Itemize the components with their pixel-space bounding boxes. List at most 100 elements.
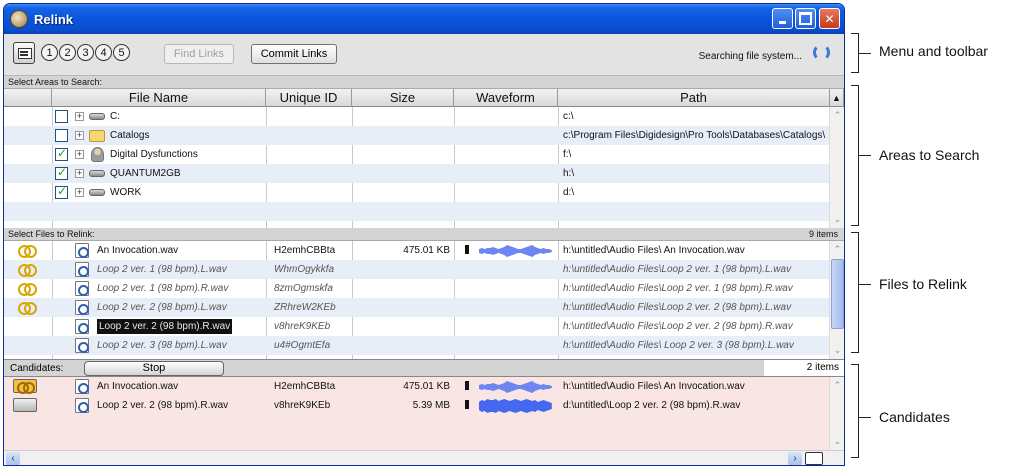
toolbar: 1 2 3 4 5 Find Links Commit Links Search… (4, 34, 844, 76)
file-row[interactable]: Loop 2 ver. 1 (98 bpm).L.wav WhmOgykkfa h:… (4, 260, 830, 279)
column-header: File Name Unique ID Size Waveform Path ▲ (4, 89, 844, 107)
waveform-thumbnail (457, 378, 557, 395)
file-path: h:\untitled\Audio Files\Loop 2 ver. 1 (9… (563, 264, 792, 275)
minimize-button[interactable] (772, 8, 793, 29)
area-row[interactable]: + QUANTUM2GB h:\ (4, 164, 830, 183)
candidate-unique-id: H2emhCBBta (274, 381, 336, 392)
column-file-name[interactable]: File Name (52, 89, 266, 107)
audio-file-icon (75, 281, 89, 296)
step-5: 5 (113, 44, 130, 61)
file-path: h:\untitled\Audio Files\ An Invocation.w… (563, 245, 745, 256)
step-2: 2 (59, 44, 76, 61)
areas-scrollbar[interactable]: ⌃ ⌄ (829, 107, 844, 228)
file-unique-id: v8hreK9KEb (274, 321, 331, 332)
areas-section-label: Select Areas to Search: (4, 76, 844, 89)
area-checkbox[interactable] (55, 146, 68, 161)
area-row[interactable]: + C: c:\ (4, 107, 830, 126)
column-select[interactable] (4, 89, 52, 107)
scroll-down-icon[interactable]: ⌄ (831, 213, 844, 226)
area-checkbox[interactable] (55, 184, 68, 199)
file-size (354, 260, 450, 279)
maximize-button[interactable] (795, 8, 816, 29)
unlinked-icon[interactable] (13, 398, 37, 412)
expand-icon[interactable]: + (75, 131, 84, 140)
step-3: 3 (77, 44, 94, 61)
area-checkbox[interactable] (55, 110, 68, 123)
scroll-up-icon[interactable]: ⌃ (831, 243, 844, 256)
horizontal-scrollbar[interactable]: ‹ › (4, 450, 844, 465)
file-size (354, 298, 450, 317)
audio-file-icon (75, 300, 89, 315)
scroll-thumb[interactable] (831, 259, 844, 329)
file-unique-id: H2emhCBBta (274, 245, 336, 256)
candidates-label: Candidates: (10, 363, 64, 374)
area-path: h:\ (563, 168, 575, 179)
expand-icon[interactable]: + (75, 188, 84, 197)
column-unique-id[interactable]: Unique ID (266, 89, 352, 107)
file-unique-id: u4#OgmtEfa (274, 340, 331, 351)
expand-icon[interactable]: + (75, 112, 84, 121)
candidate-row[interactable]: Loop 2 ver. 2 (98 bpm).R.wav v8hreK9KEb 5.… (4, 396, 830, 415)
area-path: c:\ (563, 111, 574, 122)
column-sort-icon[interactable]: ▲ (830, 89, 844, 107)
candidate-row[interactable]: An Invocation.wav H2emhCBBta 475.01 KB h:\u… (4, 377, 830, 396)
scroll-up-icon[interactable]: ⌃ (831, 109, 844, 122)
file-row[interactable]: Loop 2 ver. 3 (98 bpm).L.wav u4#OgmtEfa h:… (4, 336, 830, 355)
relink-window: Relink ✕ 1 2 3 4 5 Find Links Commit Lin… (3, 3, 845, 466)
waveform-thumbnail (457, 397, 557, 414)
area-row[interactable]: + WORK d:\ (4, 183, 830, 202)
scroll-right-icon[interactable]: › (788, 452, 802, 465)
files-scrollbar[interactable]: ⌃ ⌄ (829, 241, 844, 359)
candidates-table: An Invocation.wav H2emhCBBta 475.01 KB h:\u… (4, 377, 830, 450)
file-name: Loop 2 ver. 3 (98 bpm).L.wav (97, 340, 227, 351)
scroll-left-icon[interactable]: ‹ (6, 452, 20, 465)
file-row[interactable]: Loop 2 ver. 1 (98 bpm).R.wav 8zmOgmskfa h:… (4, 279, 830, 298)
audio-file-icon (75, 243, 89, 258)
column-path[interactable]: Path (558, 89, 830, 107)
step-indicator: 1 2 3 4 5 (41, 44, 130, 61)
file-name: Loop 2 ver. 1 (98 bpm).R.wav (97, 283, 229, 294)
speaker-icon (465, 400, 471, 409)
file-row[interactable]: An Invocation.wav H2emhCBBta 475.01 KB h:\u… (4, 241, 830, 260)
audio-file-icon (75, 338, 89, 353)
files-table: An Invocation.wav H2emhCBBta 475.01 KB h:\u… (4, 241, 830, 359)
file-name: An Invocation.wav (97, 245, 179, 256)
layout-toggle-icon[interactable] (805, 452, 823, 465)
file-row[interactable]: Loop 2 ver. 2 (98 bpm).L.wav ZRhreW2KEb h:… (4, 298, 830, 317)
candidate-name: Loop 2 ver. 2 (98 bpm).R.wav (97, 400, 229, 411)
expand-icon[interactable]: + (75, 169, 84, 178)
linked-icon[interactable] (13, 379, 37, 394)
candidate-unique-id: v8hreK9KEb (274, 400, 331, 411)
speaker-icon (465, 245, 471, 254)
empty-row (4, 202, 830, 221)
area-row[interactable]: + Digital Dysfunctions f:\ (4, 145, 830, 164)
refresh-icon (813, 44, 830, 61)
column-size[interactable]: Size (352, 89, 454, 107)
area-row[interactable]: + Catalogs c:\Program Files\Digidesign\Pro… (4, 126, 830, 145)
commit-links-button[interactable]: Commit Links (251, 44, 337, 64)
area-checkbox[interactable] (55, 165, 68, 180)
area-name: QUANTUM2GB (110, 168, 181, 179)
candidate-path: d:\untitled\Loop 2 ver. 2 (98 bpm).R.wav (563, 400, 741, 411)
find-links-button[interactable]: Find Links (164, 44, 234, 64)
close-button[interactable]: ✕ (819, 8, 840, 29)
stop-button[interactable]: Stop (84, 361, 224, 376)
scroll-down-icon[interactable]: ⌄ (831, 344, 844, 357)
file-name: Loop 2 ver. 1 (98 bpm).L.wav (97, 264, 227, 275)
scroll-down-icon[interactable]: ⌄ (831, 435, 844, 448)
audio-file-icon (75, 319, 89, 334)
file-path: h:\untitled\Audio Files\ Loop 2 ver. 3 (… (563, 340, 794, 351)
disk-icon (89, 189, 105, 196)
audio-file-icon (75, 379, 89, 394)
column-waveform[interactable]: Waveform (454, 89, 558, 107)
file-unique-id: ZRhreW2KEb (274, 302, 336, 313)
file-row[interactable]: Loop 2 ver. 2 (98 bpm).R.wav v8hreK9KEb h:… (4, 317, 830, 336)
menu-icon[interactable] (13, 42, 35, 64)
area-checkbox[interactable] (55, 129, 68, 142)
files-section-label: Select Files to Relink: 9 items (4, 228, 844, 241)
audio-file-icon (75, 262, 89, 277)
scroll-up-icon[interactable]: ⌃ (831, 379, 844, 392)
expand-icon[interactable]: + (75, 150, 84, 159)
link-icon (18, 264, 37, 277)
candidates-scrollbar[interactable]: ⌃ ⌄ (829, 377, 844, 450)
